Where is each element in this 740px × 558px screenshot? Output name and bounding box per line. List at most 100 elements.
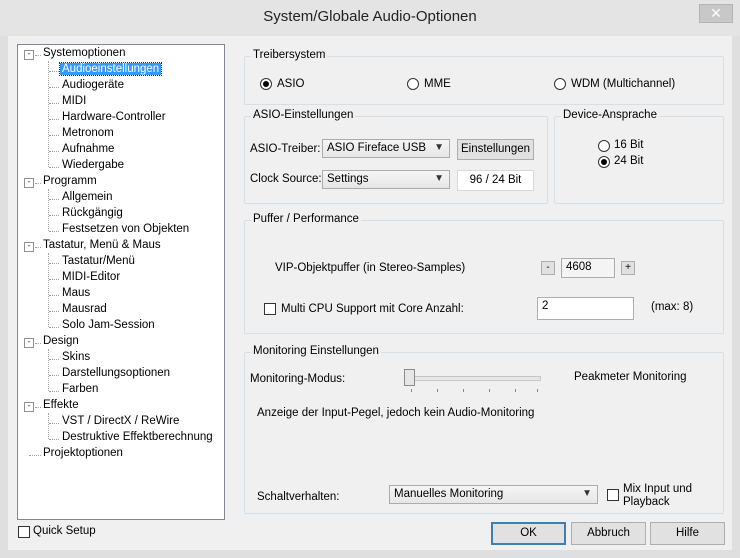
schaltverhalten-label: Schaltverhalten: bbox=[257, 491, 340, 503]
tree-connector bbox=[49, 439, 59, 440]
mme-radio[interactable] bbox=[407, 78, 419, 90]
device-title: Device-Ansprache bbox=[561, 109, 659, 121]
tree-connector bbox=[49, 295, 59, 296]
monitoring-slider-thumb[interactable] bbox=[404, 369, 415, 386]
asio-driver-select[interactable]: ASIO Fireface USB ▼ bbox=[322, 139, 450, 158]
vip-buffer-value[interactable]: 4608 bbox=[561, 258, 615, 278]
asio-driver-label: ASIO-Treiber: bbox=[250, 143, 321, 155]
multi-cpu-label: Multi CPU Support mit Core Anzahl: bbox=[281, 303, 464, 315]
tree-item[interactable]: Allgemein bbox=[62, 191, 113, 203]
asio-radio[interactable] bbox=[260, 78, 272, 90]
mix-input-checkbox[interactable] bbox=[607, 489, 619, 501]
mix-input-label: Mix Input und bbox=[623, 483, 693, 495]
minus-icon[interactable]: - bbox=[24, 178, 34, 188]
tree-item[interactable]: Audiogeräte bbox=[62, 79, 124, 91]
monitoring-title: Monitoring Einstellungen bbox=[251, 345, 381, 357]
tree-group-tastatur-men-maus[interactable]: Tastatur, Menü & Maus bbox=[43, 239, 161, 251]
tree-connector bbox=[35, 247, 41, 248]
max-cores-text: (max: 8) bbox=[651, 301, 694, 313]
slider-tick bbox=[463, 389, 464, 392]
tree-connector bbox=[49, 87, 59, 88]
vip-buffer-label: VIP-Objektpuffer (in Stereo-Samples) bbox=[275, 262, 466, 274]
monitoring-mode-label: Monitoring-Modus: bbox=[250, 373, 346, 385]
tree-group-projektoptionen[interactable]: Projektoptionen bbox=[43, 447, 123, 459]
window-title: System/Globale Audio-Optionen bbox=[263, 8, 477, 25]
minus-icon[interactable]: - bbox=[24, 402, 34, 412]
tree-item[interactable]: Farben bbox=[62, 383, 98, 395]
16bit-label: 16 Bit bbox=[614, 139, 644, 151]
vip-increase-button[interactable]: + bbox=[621, 261, 635, 275]
tree-connector bbox=[48, 189, 49, 231]
tree-group-design[interactable]: Design bbox=[43, 335, 79, 347]
tree-connector bbox=[49, 231, 59, 232]
wdm-radio[interactable] bbox=[554, 78, 566, 90]
core-count-input[interactable]: 2 bbox=[537, 297, 634, 320]
options-tree[interactable]: - Systemoptionen Audioeinstellungen Audioge… bbox=[17, 44, 225, 520]
tree-group-systemoptionen[interactable]: Systemoptionen bbox=[43, 47, 125, 59]
vip-decrease-button[interactable]: - bbox=[541, 261, 555, 275]
tree-item[interactable]: MIDI-Editor bbox=[62, 271, 120, 283]
tree-connector bbox=[49, 199, 59, 200]
tree-connector bbox=[49, 215, 59, 216]
quick-setup-checkbox[interactable] bbox=[18, 526, 30, 538]
tree-item[interactable]: Hardware-Controller bbox=[62, 111, 166, 123]
tree-connector bbox=[49, 391, 59, 392]
tree-item[interactable]: Wiedergabe bbox=[62, 159, 124, 171]
tree-group-programm[interactable]: Programm bbox=[43, 175, 97, 187]
mix-input-label-line2: Playback bbox=[623, 496, 670, 508]
schaltverhalten-select[interactable]: Manuelles Monitoring ▼ bbox=[389, 485, 598, 504]
minus-icon[interactable]: - bbox=[24, 338, 34, 348]
tree-item[interactable]: VST / DirectX / ReWire bbox=[62, 415, 179, 427]
tree-item[interactable]: Maus bbox=[62, 287, 90, 299]
cancel-button[interactable]: Abbruch bbox=[571, 522, 646, 545]
tree-item[interactable]: Darstellungsoptionen bbox=[62, 367, 170, 379]
ok-button[interactable]: OK bbox=[491, 522, 566, 545]
tree-item[interactable]: MIDI bbox=[62, 95, 86, 107]
24bit-radio[interactable] bbox=[598, 156, 610, 168]
slider-tick bbox=[515, 389, 516, 392]
slider-tick bbox=[489, 389, 490, 392]
clock-source-label: Clock Source: bbox=[250, 173, 322, 185]
monitoring-description: Anzeige der Input-Pegel, jedoch kein Aud… bbox=[257, 407, 535, 419]
slider-tick bbox=[437, 389, 438, 392]
clock-source-select[interactable]: Settings ▼ bbox=[322, 170, 450, 189]
tree-item[interactable]: Rückgängig bbox=[62, 207, 123, 219]
buffer-title: Puffer / Performance bbox=[251, 213, 361, 225]
tree-connector bbox=[48, 253, 49, 327]
monitoring-slider-track[interactable] bbox=[407, 376, 541, 381]
asio-settings-button[interactable]: Einstellungen bbox=[457, 139, 534, 160]
tree-item[interactable]: Destruktive Effektberechnung bbox=[62, 431, 213, 443]
close-icon: ✕ bbox=[710, 5, 722, 21]
tree-item[interactable]: Solo Jam-Session bbox=[62, 319, 155, 331]
asio-radio-label: ASIO bbox=[277, 78, 305, 90]
tree-connector bbox=[29, 455, 41, 456]
tree-item[interactable]: Mausrad bbox=[62, 303, 107, 315]
multi-cpu-checkbox[interactable] bbox=[264, 303, 276, 315]
tree-item[interactable]: Skins bbox=[62, 351, 90, 363]
tree-connector bbox=[49, 327, 59, 328]
mme-radio-label: MME bbox=[424, 78, 451, 90]
tree-item[interactable]: Aufnahme bbox=[62, 143, 114, 155]
minus-icon[interactable]: - bbox=[24, 50, 34, 60]
tree-connector bbox=[48, 349, 49, 391]
help-button[interactable]: Hilfe bbox=[650, 522, 725, 545]
buffer-group bbox=[244, 220, 724, 334]
tree-connector bbox=[49, 423, 59, 424]
close-button[interactable]: ✕ bbox=[699, 4, 733, 23]
tree-connector bbox=[49, 135, 59, 136]
chevron-down-icon: ▼ bbox=[434, 173, 444, 184]
asio-settings-title: ASIO-Einstellungen bbox=[251, 109, 356, 121]
chevron-down-icon: ▼ bbox=[582, 488, 592, 499]
tree-connector bbox=[35, 407, 41, 408]
tree-item[interactable]: Festsetzen von Objekten bbox=[62, 223, 189, 235]
slider-tick bbox=[411, 389, 412, 392]
format-readout: 96 / 24 Bit bbox=[457, 170, 534, 191]
tree-item[interactable]: Audioeinstellungen bbox=[58, 62, 163, 76]
tree-connector bbox=[49, 119, 59, 120]
tree-connector bbox=[49, 167, 59, 168]
16bit-radio[interactable] bbox=[598, 140, 610, 152]
tree-item[interactable]: Metronom bbox=[62, 127, 114, 139]
tree-item[interactable]: Tastatur/Menü bbox=[62, 255, 135, 267]
minus-icon[interactable]: - bbox=[24, 242, 34, 252]
tree-group-effekte[interactable]: Effekte bbox=[43, 399, 79, 411]
